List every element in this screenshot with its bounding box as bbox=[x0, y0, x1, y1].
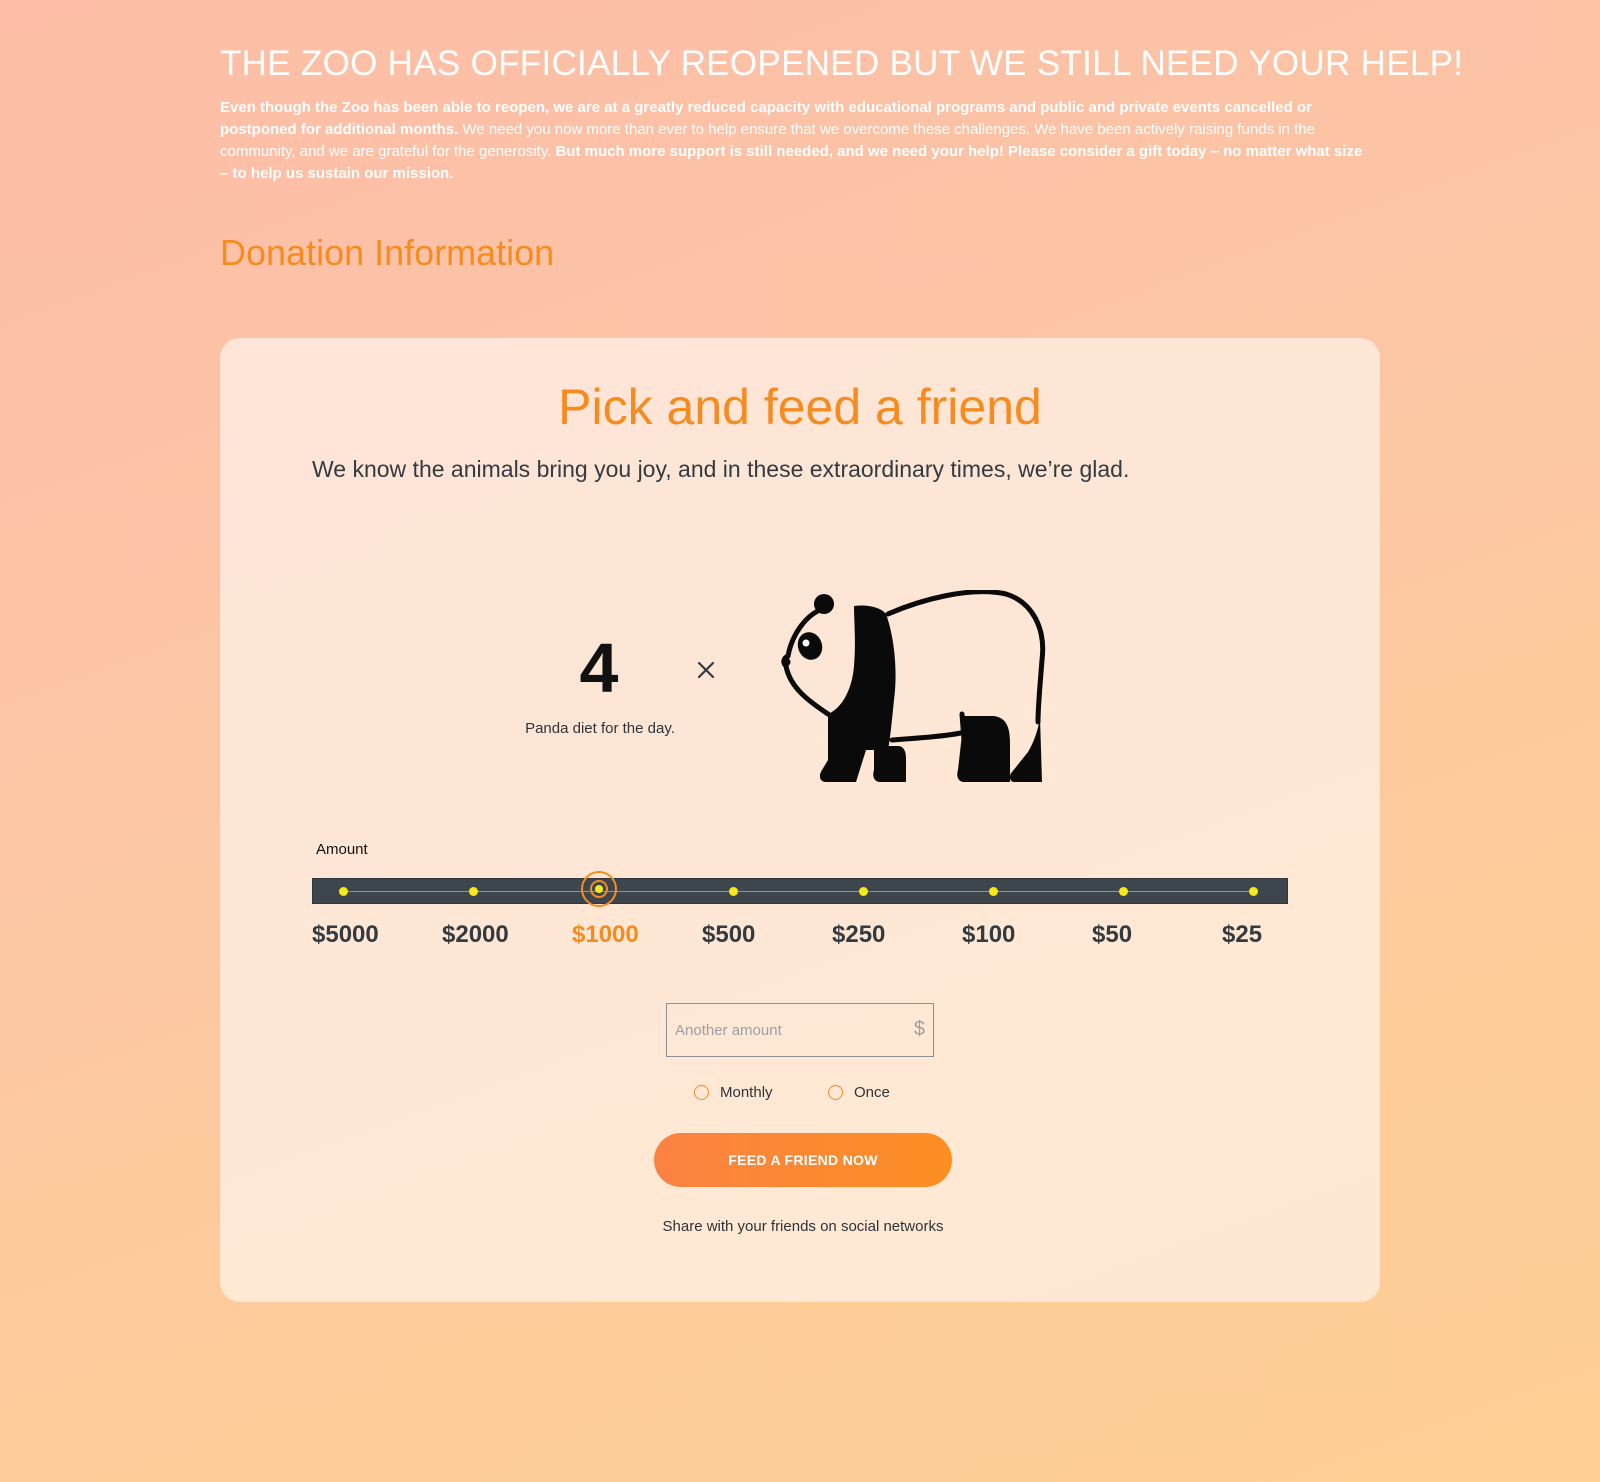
custom-amount-field: $ bbox=[666, 1003, 934, 1057]
amount-slider[interactable] bbox=[312, 871, 1288, 907]
slider-stop-50[interactable] bbox=[1119, 887, 1128, 896]
feed-friend-button[interactable]: FEED A FRIEND NOW bbox=[654, 1133, 952, 1187]
amount-option-5000[interactable]: $5000 bbox=[312, 921, 379, 949]
radio-once[interactable]: Once bbox=[828, 1084, 890, 1101]
slider-stop-25[interactable] bbox=[1249, 887, 1258, 896]
radio-monthly-label: Monthly bbox=[720, 1084, 773, 1101]
card-subtitle: We know the animals bring you joy, and i… bbox=[312, 456, 1130, 482]
amount-option-100[interactable]: $100 bbox=[962, 921, 1015, 949]
amount-option-1000[interactable]: $1000 bbox=[572, 921, 639, 949]
amount-option-25[interactable]: $25 bbox=[1222, 921, 1262, 949]
intro-paragraph: Even though the Zoo has been able to reo… bbox=[220, 97, 1370, 185]
diet-count-label: Panda diet for the day. bbox=[525, 720, 675, 737]
amount-option-2000[interactable]: $2000 bbox=[442, 921, 509, 949]
slider-stop-2000[interactable] bbox=[469, 887, 478, 896]
page-headline: THE ZOO HAS OFFICIALLY REOPENED BUT WE S… bbox=[220, 44, 1464, 83]
share-text: Share with your friends on social networ… bbox=[662, 1218, 944, 1235]
amount-label: Amount bbox=[316, 841, 368, 858]
slider-stop-5000[interactable] bbox=[339, 887, 348, 896]
radio-monthly[interactable]: Monthly bbox=[694, 1084, 773, 1101]
radio-once-label: Once bbox=[854, 1084, 890, 1101]
times-icon bbox=[697, 661, 715, 679]
slider-stop-250[interactable] bbox=[859, 887, 868, 896]
custom-amount-input[interactable] bbox=[667, 1004, 897, 1056]
amount-option-250[interactable]: $250 bbox=[832, 921, 885, 949]
panda-icon bbox=[781, 590, 1046, 782]
amount-option-500[interactable]: $500 bbox=[702, 921, 755, 949]
amount-option-50[interactable]: $50 bbox=[1092, 921, 1132, 949]
radio-circle-icon[interactable] bbox=[694, 1085, 709, 1100]
radio-circle-icon[interactable] bbox=[828, 1085, 843, 1100]
card-title: Pick and feed a friend bbox=[558, 379, 1042, 435]
slider-stop-100[interactable] bbox=[989, 887, 998, 896]
donation-card: Pick and feed a friend We know the anima… bbox=[220, 338, 1380, 1302]
diet-count: 4 bbox=[579, 629, 619, 707]
dollar-icon: $ bbox=[913, 1018, 925, 1040]
slider-stop-500[interactable] bbox=[729, 887, 738, 896]
section-title: Donation Information bbox=[220, 232, 555, 273]
slider-knob[interactable] bbox=[581, 871, 617, 907]
